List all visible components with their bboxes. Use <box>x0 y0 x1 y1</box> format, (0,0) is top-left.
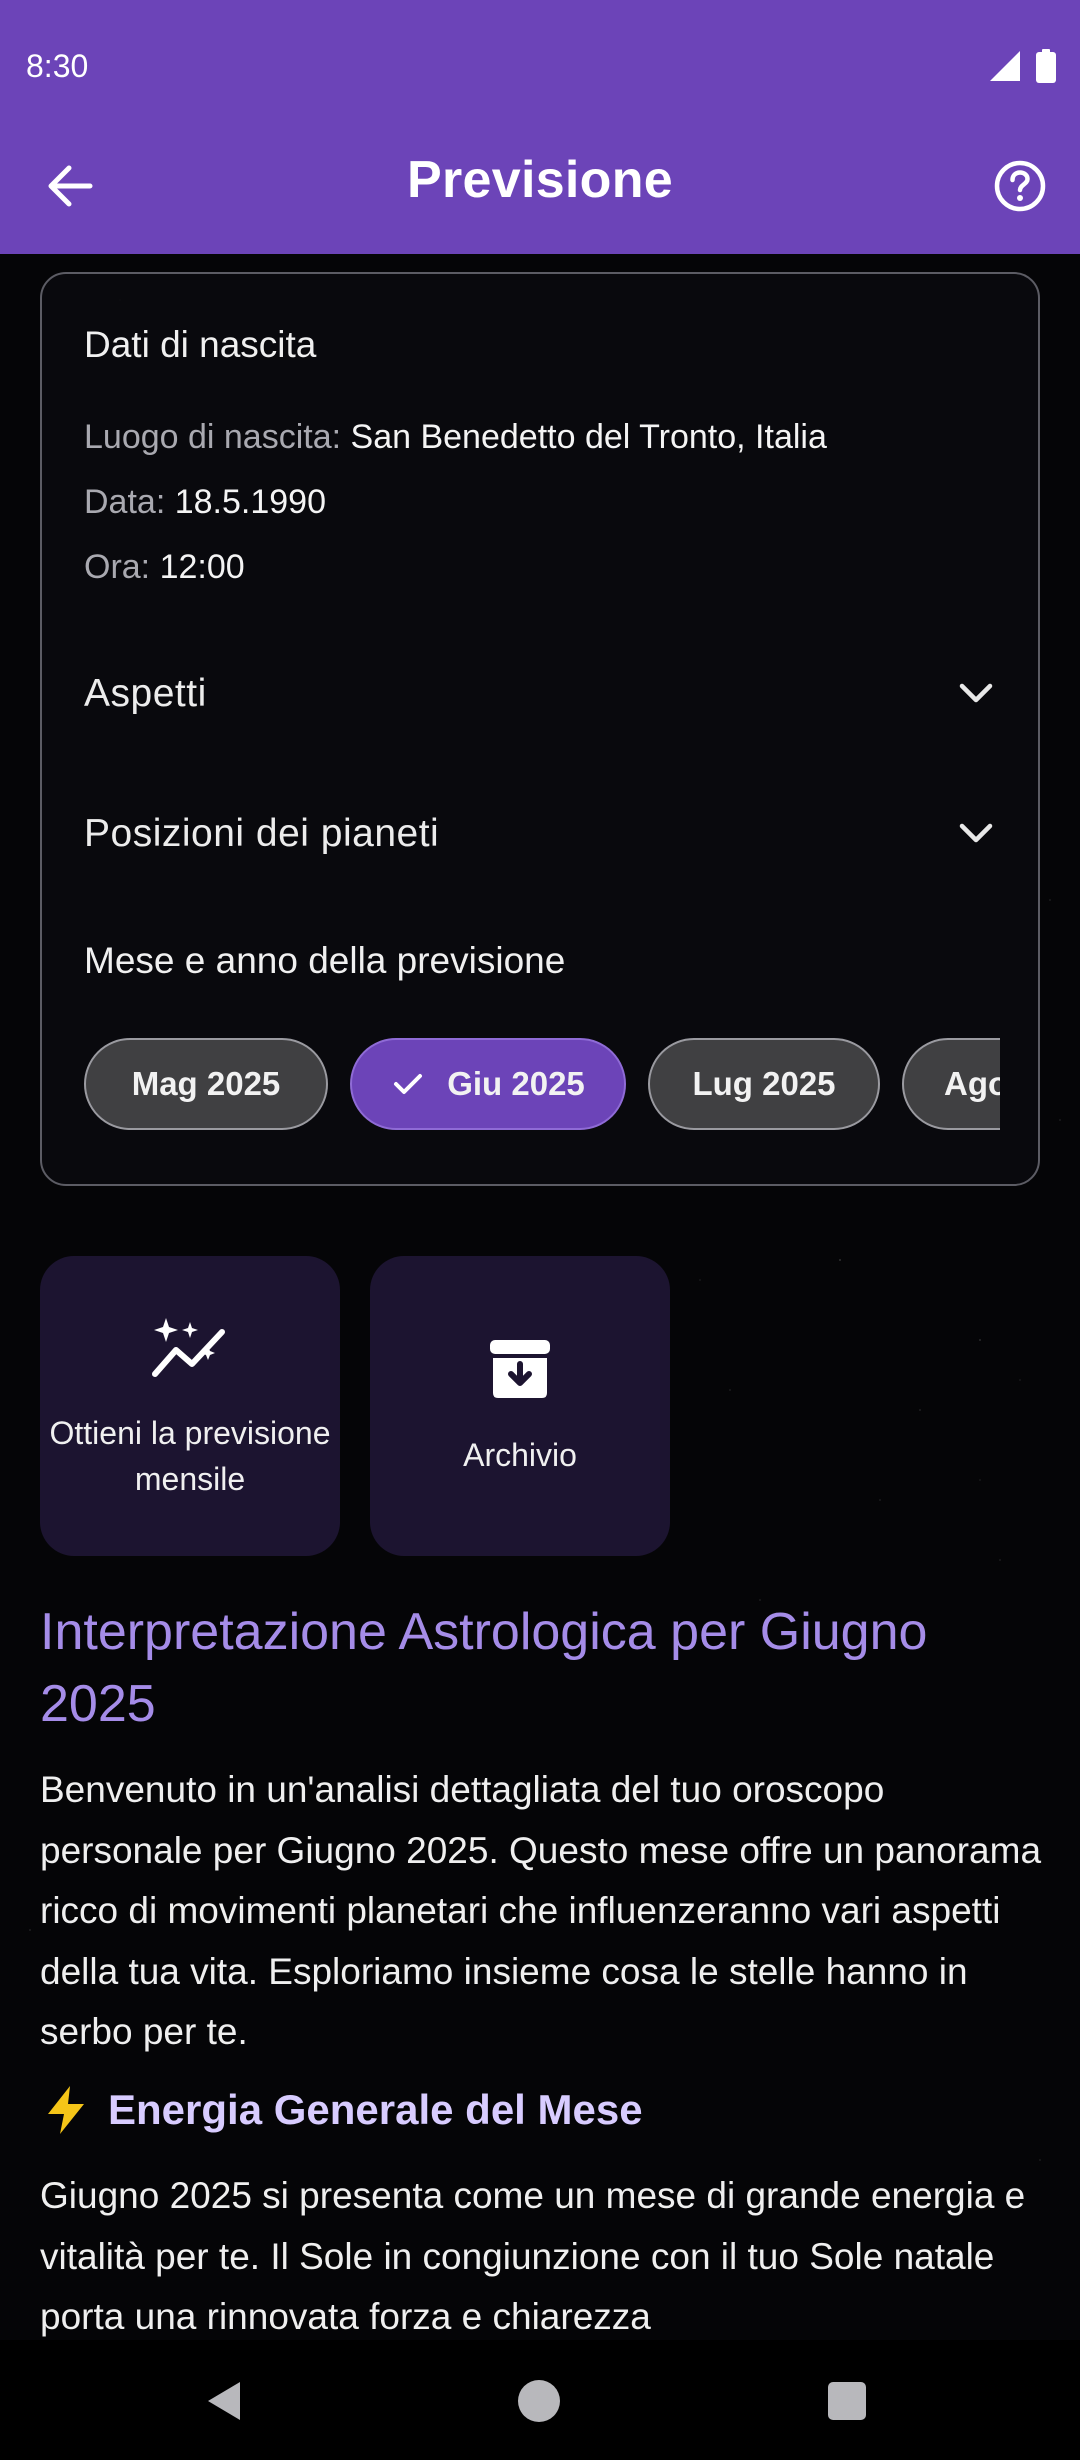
section-heading: Energia Generale del Mese <box>40 2084 643 2136</box>
lightning-icon <box>48 2086 84 2134</box>
intro-paragraph: Benvenuto in un'analisi dettagliata del … <box>40 1769 1042 2052</box>
birth-place-label: Luogo di nascita: <box>84 418 342 456</box>
birth-time-label: Ora: <box>84 548 151 586</box>
check-icon <box>394 1074 423 1094</box>
birth-place-line: Luogo di nascita: San Benedetto del Tron… <box>84 418 827 457</box>
monthly-forecast-button[interactable]: Ottieni la previsione mensile <box>40 1256 340 1556</box>
section-title: Energia Generale del Mese <box>108 2086 643 2133</box>
planet-positions-expander[interactable]: Posizioni dei pianeti <box>42 784 1038 884</box>
birth-date-line: Data: 18.5.1990 <box>84 483 326 522</box>
page-title: Previsione <box>406 151 674 209</box>
signal-icon <box>990 51 1020 81</box>
chip-label: Giu 2025 <box>447 1065 585 1102</box>
birth-place-value: San Benedetto del Tronto, Italia <box>350 418 827 456</box>
birth-date-value: 18.5.1990 <box>174 483 326 521</box>
app-bar: 8:30 Previsione <box>0 0 1080 254</box>
month-chip-june[interactable]: Giu 2025 <box>350 1038 626 1130</box>
birth-data-title: Dati di nascita <box>84 324 317 365</box>
help-circle-icon <box>994 160 1046 212</box>
chevron-down-icon <box>959 683 993 703</box>
status-icons <box>988 48 1056 84</box>
month-year-heading: Mese e anno della previsione <box>84 940 566 981</box>
planet-positions-label: Posizioni dei pianeti <box>84 812 440 855</box>
archive-label: Archivio <box>463 1437 577 1473</box>
aspects-label: Aspetti <box>84 672 207 715</box>
interpretation-title: Interpretazione Astrologica per Giugno 2… <box>40 1603 928 1733</box>
chip-label: Ago 2025 <box>944 1065 1000 1102</box>
auto-graph-icon <box>152 1318 225 1377</box>
section-paragraph: Giugno 2025 si presenta come un mese di … <box>40 2175 1026 2337</box>
nav-home-button[interactable] <box>518 2380 560 2422</box>
month-chip-row[interactable]: Mag 2025 Giu 2025 Lug 2025 Ago 2025 <box>84 1038 1000 1134</box>
status-time: 8:30 <box>26 48 89 84</box>
battery-icon <box>1036 49 1056 83</box>
birth-time-line: Ora: 12:00 <box>84 548 245 587</box>
archive-button[interactable]: Archivio <box>370 1256 670 1556</box>
birth-data-card: Dati di nascita Luogo di nascita: San Be… <box>40 272 1040 1186</box>
month-chip-july[interactable]: Lug 2025 <box>648 1038 880 1130</box>
chip-label: Mag 2025 <box>131 1065 281 1102</box>
month-chip-may[interactable]: Mag 2025 <box>84 1038 328 1130</box>
birth-time-value: 12:00 <box>159 548 245 586</box>
chevron-down-icon <box>959 823 993 843</box>
system-nav-bar <box>0 2340 1080 2460</box>
archive-icon <box>490 1340 550 1398</box>
month-chip-august[interactable]: Ago 2025 <box>902 1038 1000 1130</box>
birth-date-label: Data: <box>84 483 166 521</box>
nav-recents-button[interactable] <box>828 2382 866 2420</box>
monthly-forecast-label: Ottieni la previsione mensile <box>49 1415 331 1497</box>
nav-back-button[interactable] <box>200 2376 250 2426</box>
aspects-expander[interactable]: Aspetti <box>42 644 1038 744</box>
help-button[interactable] <box>982 148 1058 224</box>
chip-label: Lug 2025 <box>692 1065 836 1102</box>
